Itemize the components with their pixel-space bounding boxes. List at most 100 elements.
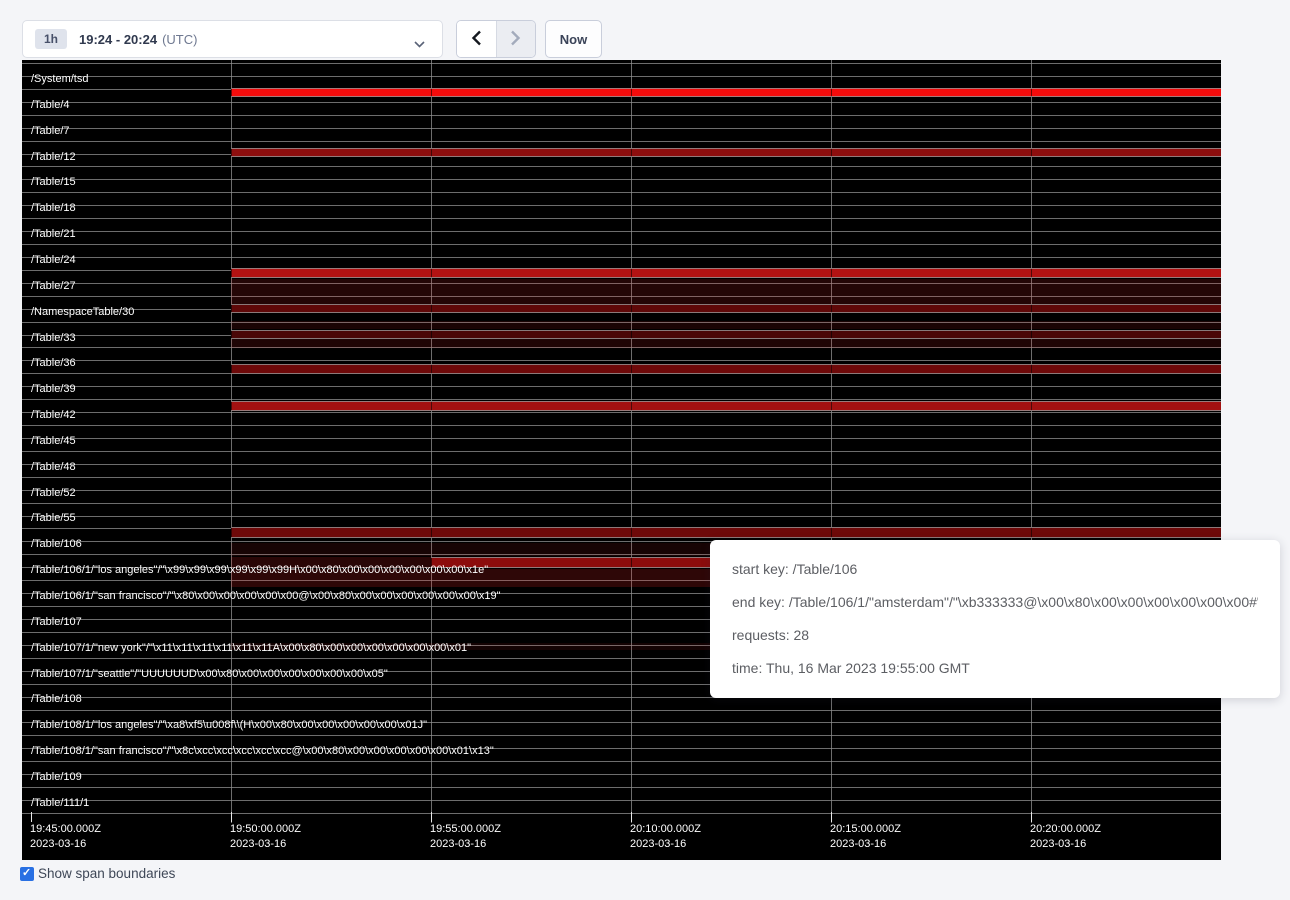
row-label: /Table/106/1/"los angeles"/"\x99\x99\x99… [31,563,488,577]
time-range-select[interactable]: 1h 19:24 - 20:24 (UTC) [22,20,443,58]
chevron-right-icon [509,29,522,50]
span-boundary-line [22,192,1221,193]
row-label: /Table/106 [31,537,82,551]
row-label: /Table/7 [31,124,70,138]
span-boundary-line [22,490,1221,491]
row-label: /Table/107/1/"seattle"/"UUUUUUD\x00\x80\… [31,667,388,681]
span-boundary-line [22,516,1221,517]
time-gridline [231,60,232,823]
span-boundary-line [22,141,1221,142]
span-boundary-line [22,257,1221,258]
span-boundary-line [22,166,1221,167]
heat-bar [231,527,1221,538]
range-timezone: (UTC) [162,32,197,47]
row-label: /Table/45 [31,434,76,448]
axis-tick-mark [431,812,432,822]
axis-tick-mark [31,812,32,822]
row-label: /Table/39 [31,382,76,396]
time-nav-group [456,20,536,58]
span-boundary-line [22,438,1221,439]
row-label: /Table/55 [31,511,76,525]
span-boundary-line [22,218,1221,219]
prev-interval-button[interactable] [457,21,496,57]
span-boundary-line [22,412,1221,413]
heat-bar [231,401,1221,411]
row-label: /Table/42 [31,408,76,422]
row-label: /Table/108/1/"los angeles"/"\xa8\xf5\u00… [31,718,427,732]
span-boundary-line [22,128,1221,129]
now-button[interactable]: Now [545,20,602,58]
axis-tick-mark [831,812,832,822]
time-gridline [1031,60,1032,823]
key-visualizer-canvas[interactable]: /System/tsd/Table/4/Table/7/Table/12/Tab… [22,60,1221,860]
axis-tick-mark [231,812,232,822]
span-boundary-line [22,735,1221,736]
span-boundary-line [22,477,1221,478]
row-label: /Table/107/1/"new york"/"\x11\x11\x11\x1… [31,641,471,655]
time-gridline [431,60,432,823]
row-label: /Table/21 [31,227,76,241]
time-gridline [631,60,632,823]
span-boundary-line [22,800,1221,801]
heat-bar [231,88,1221,97]
axis-tick-label: 20:15:00.000Z2023-03-16 [830,822,901,852]
row-label: /Table/27 [31,279,76,293]
axis-tick-mark [631,812,632,822]
heat-bar [231,321,1221,329]
tooltip-time: time: Thu, 16 Mar 2023 19:55:00 GMT [732,652,1258,685]
span-boundary-line [22,102,1221,103]
row-label: /Table/109 [31,770,82,784]
footer-controls: Show span boundaries [20,866,175,881]
axis-tick-label: 19:50:00.000Z2023-03-16 [230,822,301,852]
row-label: /Table/111/1 [31,796,89,810]
span-boundary-line [22,425,1221,426]
next-interval-button[interactable] [496,21,535,57]
row-label: /Table/4 [31,98,70,112]
heat-bar [231,304,1221,313]
row-label: /Table/33 [31,331,76,345]
heat-bar [231,364,1221,374]
heat-bar [231,339,1221,348]
row-label: /Table/106/1/"san francisco"/"\x80\x00\x… [31,589,501,603]
span-boundary-line [22,115,1221,116]
row-label: /Table/52 [31,486,76,500]
axis-tick-label: 20:20:00.000Z2023-03-16 [1030,822,1101,852]
row-label: /Table/12 [31,150,76,164]
span-boundary-line [22,503,1221,504]
row-label: /Table/36 [31,356,76,370]
span-boundary-line [22,451,1221,452]
heat-bar [231,330,1221,339]
row-label: /Table/108 [31,692,82,706]
row-label: /Table/48 [31,460,76,474]
row-label: /Table/107 [31,615,82,629]
range-duration-badge: 1h [35,29,67,49]
span-boundary-line [22,179,1221,180]
chevron-down-icon [413,36,426,54]
row-label: /Table/15 [31,175,76,189]
axis-tick-label: 19:55:00.000Z2023-03-16 [430,822,501,852]
tooltip-requests: requests: 28 [732,619,1258,652]
row-label: /Table/108/1/"san francisco"/"\x8c\xcc\x… [31,744,494,758]
span-boundary-line [22,360,1221,361]
heat-bar [231,148,1221,157]
chevron-left-icon [470,29,483,50]
span-boundary-line [22,63,1221,64]
span-boundary-line [22,76,1221,77]
span-boundary-line [22,710,1221,711]
span-boundary-line [22,787,1221,788]
row-label: /Table/18 [31,201,76,215]
span-boundary-line [22,205,1221,206]
heat-bar [231,268,1221,278]
axis-tick-label: 19:45:00.000Z2023-03-16 [30,822,101,852]
show-span-boundaries-checkbox[interactable] [20,867,34,881]
row-label: /Table/24 [31,253,76,267]
span-boundary-line [22,386,1221,387]
axis-tick-label: 20:10:00.000Z2023-03-16 [630,822,701,852]
range-label: 19:24 - 20:24 [79,32,157,47]
span-boundary-line [22,813,1221,814]
tooltip-end-key: end key: /Table/106/1/"amsterdam"/"\xb33… [732,586,1258,619]
span-boundary-line [22,464,1221,465]
axis-tick-mark [1031,812,1032,822]
row-label: /System/tsd [31,72,88,86]
span-boundary-line [22,244,1221,245]
